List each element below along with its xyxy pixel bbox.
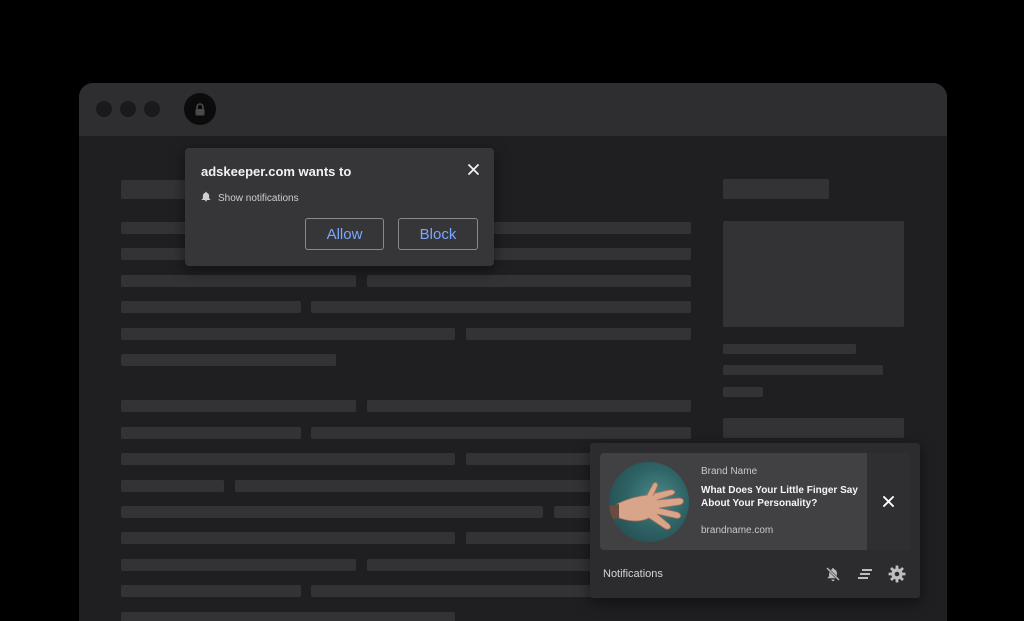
close-icon[interactable] — [867, 453, 910, 550]
screen: adskeeper.com wants to Show notification… — [0, 0, 1024, 621]
permission-label: Show notifications — [218, 192, 299, 204]
notification-center-label: Notifications — [603, 568, 663, 580]
gear-icon[interactable] — [887, 564, 907, 584]
bell-icon — [201, 189, 211, 207]
notification-image — [609, 462, 689, 542]
lock-icon[interactable] — [184, 93, 216, 125]
window-maximize-dot[interactable] — [144, 101, 160, 117]
notification-headline: What Does Your Little Finger Say About Y… — [701, 485, 858, 509]
bell-off-icon[interactable] — [823, 564, 843, 584]
window-close-dot[interactable] — [96, 101, 112, 117]
notification-permission-prompt: adskeeper.com wants to Show notification… — [185, 148, 494, 266]
prompt-permission-row: Show notifications — [201, 189, 299, 207]
notification-card[interactable]: Brand Name What Does Your Little Finger … — [600, 453, 910, 550]
prompt-title: adskeeper.com wants to — [201, 164, 352, 179]
allow-button[interactable]: Allow — [305, 218, 384, 250]
close-icon[interactable] — [464, 160, 482, 178]
notification-brand: Brand Name — [701, 466, 758, 477]
notification-domain: brandname.com — [701, 525, 774, 536]
notification-center: Brand Name What Does Your Little Finger … — [590, 443, 920, 598]
browser-titlebar — [79, 83, 947, 136]
clear-all-icon[interactable] — [855, 564, 875, 584]
block-button[interactable]: Block — [398, 218, 478, 250]
window-minimize-dot[interactable] — [120, 101, 136, 117]
